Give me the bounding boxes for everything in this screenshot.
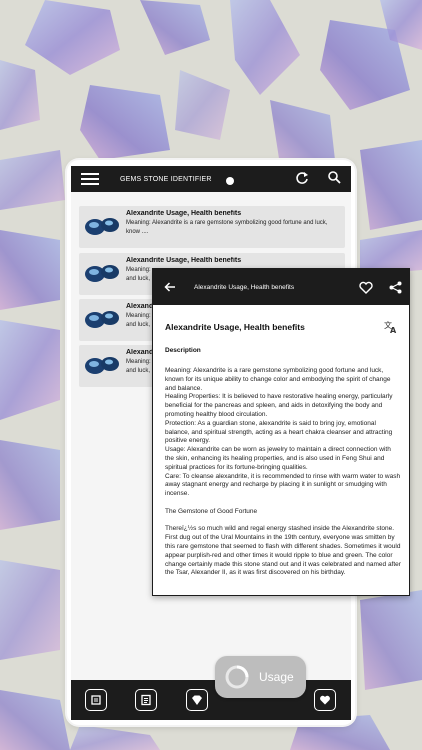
app-bar: GEMS STONE IDENTIFIER <box>71 166 351 192</box>
description-label: Description <box>165 347 201 354</box>
list-item[interactable]: Alexandrite Usage, Health benefits Meani… <box>79 206 345 248</box>
detail-paragraph: Thereï¿½s so much wild and regal energy … <box>165 525 401 577</box>
list-item-desc: Meaning: Alexandrite is a rare gemstone … <box>126 220 328 235</box>
list-item-title: Alexandrite Usage, Health benefits <box>126 257 242 264</box>
gem-thumbnail-icon <box>84 351 120 381</box>
translate-icon[interactable]: 文 A <box>384 320 398 334</box>
list-icon[interactable] <box>135 689 157 711</box>
gem-thumbnail-icon <box>84 259 120 289</box>
detail-bar-title: Alexandrite Usage, Health benefits <box>194 283 295 291</box>
bottom-nav <box>71 680 351 720</box>
share-icon[interactable] <box>389 281 402 294</box>
status-dot-icon <box>225 177 234 185</box>
search-icon[interactable] <box>327 170 341 184</box>
detail-panel: Alexandrite Usage, Health benefits Alexa… <box>152 268 410 596</box>
gem-icon[interactable] <box>186 689 208 711</box>
gem-thumbnail-icon <box>84 305 120 335</box>
detail-body: Meaning: Alexandrite is a rare gemstone … <box>165 367 401 587</box>
loading-ring-icon <box>225 665 249 689</box>
detail-paragraph: Meaning: Alexandrite is a rare gemstone … <box>165 367 401 498</box>
detail-app-bar: Alexandrite Usage, Health benefits <box>153 269 409 305</box>
list-item-title: Alexandrite Usage, Health benefits <box>126 210 242 217</box>
heart-outline-icon[interactable] <box>359 281 373 294</box>
menu-icon[interactable] <box>81 173 99 185</box>
detail-paragraph: The Gemstone of Good Fortune <box>165 507 258 515</box>
detail-heading: Alexandrite Usage, Health benefits <box>165 322 305 332</box>
svg-text:A: A <box>390 326 397 334</box>
app-title: GEMS STONE IDENTIFIER <box>120 175 212 183</box>
usage-button[interactable]: Usage <box>215 656 306 698</box>
refresh-icon[interactable] <box>295 171 309 185</box>
gem-thumbnail-icon <box>84 212 120 242</box>
scan-icon[interactable] <box>85 689 107 711</box>
heart-icon[interactable] <box>314 689 336 711</box>
usage-label: Usage <box>259 670 294 684</box>
back-arrow-icon[interactable] <box>164 281 176 293</box>
